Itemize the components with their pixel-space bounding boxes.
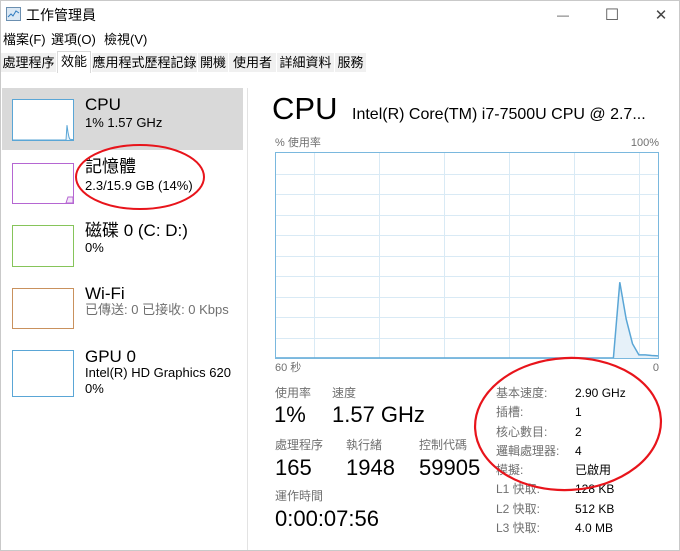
menu-file[interactable]: 檔案(F) [3,31,46,48]
menu-options[interactable]: 選項(O) [51,31,96,48]
detail-label: 插槽: [496,405,524,419]
window-title: 工作管理員 [26,7,96,23]
detail-value: 2 [575,425,582,439]
detail-label: L1 快取: [496,482,541,496]
tab-services[interactable]: 服務 [335,53,366,72]
sidebar-disk-usage: 0% [85,240,104,255]
close-icon: ✕ [654,7,668,24]
detail-label: 邏輯處理器: [496,444,560,458]
detail-value: 已啟用 [575,463,612,477]
sidebar-memory-usage: 2.3/15.9 GB (14%) [85,178,193,193]
sidebar-wifi-throughput: 已傳送: 0 已接收: 0 Kbps [85,302,229,317]
maximize-button[interactable]: ☐ [589,0,635,30]
y-axis-label: % 使用率 [275,137,321,149]
tab-performance[interactable]: 效能 [57,51,91,73]
speed-value: 1.57 GHz [332,402,425,427]
handles-value: 59905 [419,455,481,480]
gpu-mini-graph[interactable] [12,350,74,397]
tab-app-history[interactable]: 應用程式歷程記錄 [92,53,197,72]
uptime-label: 運作時間 [275,489,324,503]
sidebar-cpu-usage: 1% 1.57 GHz [85,115,163,130]
uptime-value: 0:00:07:56 [275,506,379,531]
detail-label: L2 快取: [496,502,541,516]
sidebar-disk-title: 磁碟 0 (C: D:) [85,221,188,240]
cpu-usage-line [13,125,73,140]
minimize-button[interactable]: — [540,0,586,30]
memory-mini-graph[interactable] [12,163,74,204]
handles-label: 控制代碼 [419,438,468,452]
usage-label: 使用率 [275,386,312,400]
sidebar-memory-title: 記憶體 [85,157,136,176]
minimize-icon: — [557,8,569,22]
sidebar-gpu-title: GPU 0 [85,347,137,366]
detail-label: 核心數目: [496,425,548,439]
detail-value: 2.90 GHz [575,386,626,400]
detail-value: 128 KB [575,482,615,496]
sidebar-gpu-name: Intel(R) HD Graphics 620 [85,365,231,380]
menu-view[interactable]: 檢視(V) [104,31,147,48]
speed-label: 速度 [332,386,357,400]
detail-value: 4 [575,444,582,458]
detail-value: 4.0 MB [575,521,614,535]
cpu-usage-line [276,282,658,358]
y-axis-max-label: 100% [630,137,659,149]
close-button[interactable]: ✕ [638,0,680,30]
usage-value: 1% [274,402,306,427]
tab-processes[interactable]: 處理程序 [1,53,56,72]
task-manager-icon [6,7,21,21]
threads-value: 1948 [346,455,395,480]
detail-label: 基本速度: [496,386,548,400]
tab-startup[interactable]: 開機 [198,53,228,72]
wifi-mini-graph[interactable] [12,288,74,329]
page-title: CPU [272,91,338,126]
memory-mini-fill [65,196,73,203]
x-axis-left-label: 60 秒 [275,362,302,374]
cpu-model-name: Intel(R) Core(TM) i7-7500U CPU @ 2.7... [352,106,646,123]
threads-label: 執行緒 [346,438,383,452]
cpu-usage-area [276,282,658,358]
maximize-icon: ☐ [604,7,620,24]
sidebar-cpu-title: CPU [85,95,121,114]
disk-mini-graph[interactable] [12,225,74,267]
x-axis-right-label: 0 [652,362,659,374]
detail-label: 模擬: [496,463,524,477]
cpu-mini-graph[interactable] [12,99,74,141]
sidebar-wifi-title: Wi-Fi [85,284,125,303]
processes-value: 165 [275,455,312,480]
tab-details[interactable]: 詳細資料 [277,53,334,72]
detail-value: 512 KB [575,502,615,516]
detail-label: L3 快取: [496,521,541,535]
sidebar-gpu-usage: 0% [85,381,104,396]
panel-divider[interactable] [247,88,248,550]
detail-value: 1 [575,405,582,419]
tab-users[interactable]: 使用者 [229,53,276,72]
cpu-usage-graph [275,152,659,359]
processes-label: 處理程序 [275,438,324,452]
cpu-usage-area [13,125,73,140]
